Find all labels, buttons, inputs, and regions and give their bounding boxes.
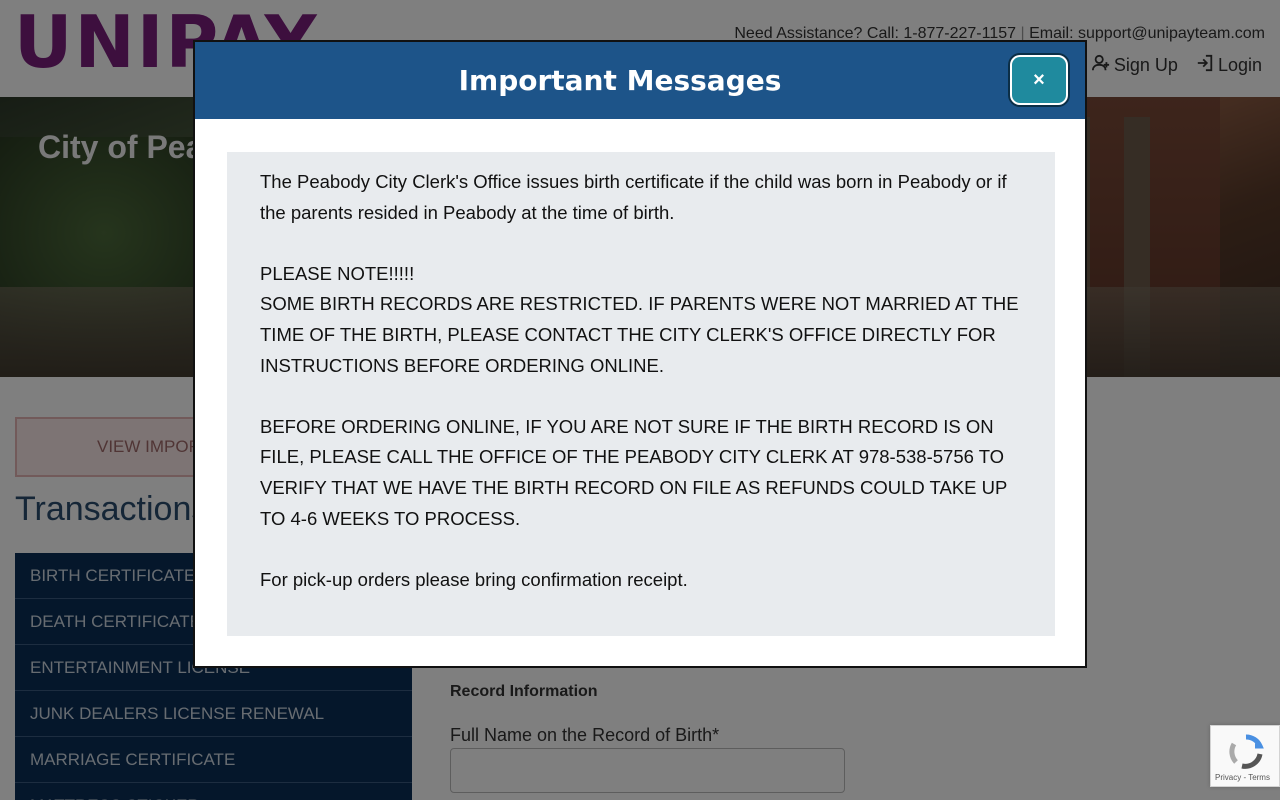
modal-title: Important Messages (458, 64, 782, 97)
modal-header: Important Messages × (195, 42, 1085, 119)
message-paragraph: BEFORE ORDERING ONLINE, IF YOU ARE NOT S… (260, 415, 1008, 529)
recaptcha-badge[interactable]: Privacy - Terms (1210, 725, 1280, 787)
recaptcha-icon (1228, 734, 1264, 770)
modal-message-body: The Peabody City Clerk's Office issues b… (227, 152, 1055, 636)
recaptcha-links[interactable]: Privacy - Terms (1215, 773, 1270, 782)
message-paragraph: The Peabody City Clerk's Office issues b… (260, 171, 1007, 223)
close-button[interactable]: × (1010, 55, 1068, 105)
important-messages-modal: Important Messages × The Peabody City Cl… (193, 40, 1087, 668)
message-paragraph: For pick-up orders please bring confirma… (260, 568, 688, 590)
message-paragraph: PLEASE NOTE!!!!! SOME BIRTH RECORDS ARE … (260, 262, 1019, 376)
close-icon: × (1033, 68, 1045, 91)
